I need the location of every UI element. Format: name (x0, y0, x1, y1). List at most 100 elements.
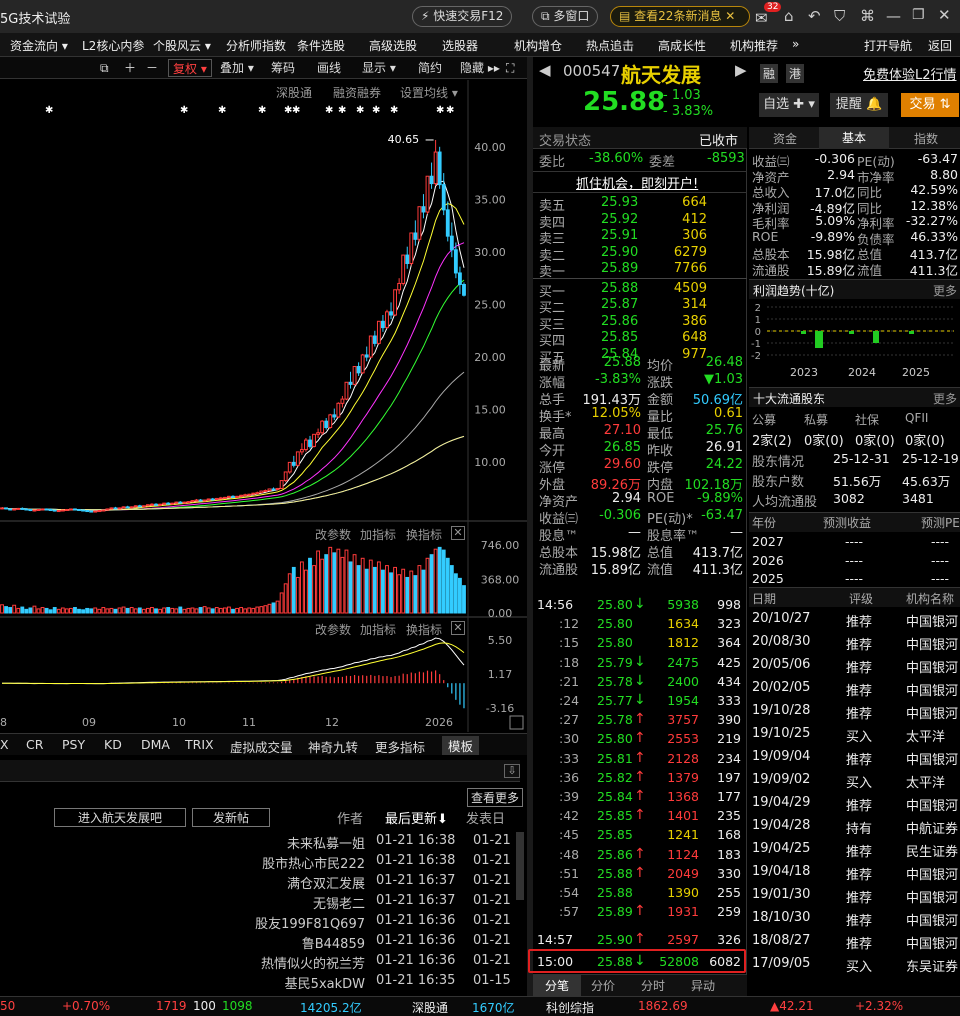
rating-row[interactable]: 19/09/02 买入 太平洋 (749, 772, 960, 794)
tab-capital[interactable]: 资金 (773, 130, 797, 147)
shirt-icon[interactable]: ⛉ (834, 7, 845, 25)
open-account-link[interactable]: 抓住机会，即刻开户! (576, 173, 698, 192)
kline-chart[interactable]: 40.00 35.00 30.00 25.00 20.00 15.00 10.00 40.65… (0, 80, 527, 732)
chips-button[interactable]: 筹码 (271, 59, 295, 77)
add-favorite-button[interactable]: 自选 ✚ ▾ (759, 93, 819, 117)
rating-row[interactable]: 19/10/28 推荐 中国银河 (749, 703, 960, 725)
prev-stock-icon[interactable]: ◀ (539, 61, 551, 79)
fullscreen-icon[interactable]: ⛶ (506, 59, 514, 77)
minimize-icon[interactable]: — (886, 7, 901, 25)
tab-template[interactable]: 模板 (442, 736, 480, 755)
collapse-icon[interactable]: ⇩ (504, 764, 520, 778)
menu-hot-spot[interactable]: 热点追击 (586, 37, 634, 54)
vol-change-indicator[interactable]: 换指标 (406, 526, 442, 543)
menu-more[interactable]: » (792, 37, 799, 51)
hide-button[interactable]: 隐藏 ▸▸ (460, 59, 500, 77)
forum-row[interactable]: 未来私募一姐 01-21 16:38 01-21 (0, 832, 520, 852)
col-last-update[interactable]: 最后更新⬇ (385, 808, 448, 827)
multi-window-button[interactable]: ⧉ 多窗口 (532, 6, 599, 27)
zoom-in-icon[interactable]: ＋ (124, 59, 136, 77)
macd-change-indicator[interactable]: 换指标 (406, 621, 442, 638)
display-button[interactable]: 显示 ▾ (362, 59, 396, 77)
macd-close-icon[interactable]: ✕ (451, 621, 465, 635)
trade-button[interactable]: 交易 ⇅ (901, 93, 959, 117)
view-more-button[interactable]: 查看更多 (467, 788, 524, 807)
l2-trial-link[interactable]: 免费体验L2行情 (863, 64, 957, 83)
copy-icon[interactable]: ⧉ (100, 59, 109, 77)
col-post-date[interactable]: 发表日 (466, 808, 505, 827)
vol-close-icon[interactable]: ✕ (451, 526, 465, 540)
rating-row[interactable]: 20/05/06 推荐 中国银河 (749, 657, 960, 679)
tab-ticks[interactable]: 分笔 (533, 975, 581, 997)
forum-row[interactable]: 鲁B44859 01-21 16:36 01-21 (0, 932, 520, 952)
skin-icon[interactable]: ⌘ (860, 7, 875, 25)
zoom-out-icon[interactable]: － (146, 59, 158, 77)
mail-icon[interactable]: ✉ (755, 9, 768, 27)
forum-row[interactable]: 股友199F81Q697 01-21 16:36 01-21 (0, 912, 520, 932)
tab-dma[interactable]: DMA (141, 737, 170, 752)
rating-row[interactable]: 20/02/05 推荐 中国银河 (749, 680, 960, 702)
scrollbar[interactable] (516, 832, 524, 900)
holders-more-link[interactable]: 更多 (933, 390, 957, 407)
rating-row[interactable]: 20/10/27 推荐 中国银河 (749, 611, 960, 633)
rating-row[interactable]: 19/01/30 推荐 中国银河 (749, 887, 960, 909)
next-stock-icon[interactable]: ▶ (735, 61, 747, 79)
home-icon[interactable]: ⌂ (784, 7, 794, 25)
menu-inst-increase[interactable]: 机构增仓 (514, 37, 562, 54)
news-button[interactable]: ▤ 查看22条新消息 ✕ (610, 6, 750, 27)
forum-row[interactable]: 股市热心市民222 01-21 16:38 01-21 (0, 852, 520, 872)
rating-row[interactable]: 17/09/05 买入 东吴证券 (749, 956, 960, 978)
menu-condition-select[interactable]: 条件选股 (297, 37, 345, 54)
menu-back[interactable]: 返回 (928, 37, 952, 54)
close-icon[interactable]: ✕ (725, 9, 735, 23)
rating-row[interactable]: 19/04/18 推荐 中国银河 (749, 864, 960, 886)
close-window-icon[interactable]: ✕ (938, 6, 951, 24)
tab-psy[interactable]: PSY (62, 737, 85, 752)
tab-kd[interactable]: KD (104, 737, 122, 752)
menu-open-nav[interactable]: 打开导航 (864, 37, 912, 54)
tab-virtual-volume[interactable]: 虚拟成交量 (230, 737, 293, 756)
tab-magic-nine[interactable]: 神奇九转 (308, 737, 358, 756)
rating-row[interactable]: 18/08/27 推荐 中国银河 (749, 933, 960, 955)
tab-price-dist[interactable]: 分价 (591, 975, 615, 997)
simple-button[interactable]: 简约 (418, 59, 442, 77)
rating-row[interactable]: 18/10/30 推荐 中国银河 (749, 910, 960, 932)
menu-analyst-index[interactable]: 分析师指数 (226, 37, 286, 54)
menu-stock-news[interactable]: 个股风云 ▾ (153, 37, 211, 54)
tab-more-indicators[interactable]: 更多指标 (375, 737, 425, 756)
vol-add-indicator[interactable]: 加指标 (360, 526, 396, 543)
forum-row[interactable]: 无锡老二 01-21 16:37 01-21 (0, 892, 520, 912)
tab-fundamentals[interactable]: 基本 (819, 127, 889, 149)
tab-index[interactable]: 指数 (914, 130, 938, 147)
rating-row[interactable]: 19/04/25 推荐 民生证券 (749, 841, 960, 863)
rating-row[interactable]: 20/08/30 推荐 中国银河 (749, 634, 960, 656)
menu-l2-core[interactable]: L2核心内参 (82, 37, 144, 54)
vol-edit-params[interactable]: 改参数 (315, 526, 351, 543)
menu-fund-flow[interactable]: 资金流向 ▾ (10, 37, 68, 54)
menu-high-growth[interactable]: 高成长性 (658, 37, 706, 54)
overlay-button[interactable]: 叠加 ▾ (220, 59, 254, 77)
tab-x[interactable]: X (0, 737, 9, 752)
alert-button[interactable]: 提醒 🔔 (830, 93, 888, 117)
undo-icon[interactable]: ↶ (808, 7, 821, 25)
profit-more-link[interactable]: 更多 (933, 282, 957, 299)
rating-row[interactable]: 19/10/25 买入 太平洋 (749, 726, 960, 748)
col-author[interactable]: 作者 (337, 808, 363, 827)
macd-add-indicator[interactable]: 加指标 (360, 621, 396, 638)
menu-inst-recommend[interactable]: 机构推荐 (730, 37, 778, 54)
macd-edit-params[interactable]: 改参数 (315, 621, 351, 638)
forum-row[interactable]: 满仓双汇发展 01-21 16:37 01-21 (0, 872, 520, 892)
adjust-button[interactable]: 复权 ▾ (168, 59, 212, 77)
rating-row[interactable]: 19/04/28 持有 中航证券 (749, 818, 960, 840)
draw-line-button[interactable]: 画线 (317, 59, 341, 77)
menu-stock-picker[interactable]: 选股器 (442, 37, 478, 54)
forum-row[interactable]: 热情似火的祝兰芳 01-21 16:36 01-21 (0, 952, 520, 972)
rating-row[interactable]: 19/04/29 推荐 中国银河 (749, 795, 960, 817)
forum-row[interactable]: 基民5xakDW 01-21 16:35 01-15 (0, 972, 520, 992)
quick-trade-button[interactable]: ⚡ 快速交易F12 (412, 6, 513, 27)
tab-intraday[interactable]: 分时 (641, 975, 665, 997)
new-post-button[interactable]: 发新帖 (192, 808, 270, 827)
menu-advanced-select[interactable]: 高级选股 (369, 37, 417, 54)
enter-forum-button[interactable]: 进入航天发展吧 (54, 808, 186, 827)
tab-cr[interactable]: CR (26, 737, 43, 752)
